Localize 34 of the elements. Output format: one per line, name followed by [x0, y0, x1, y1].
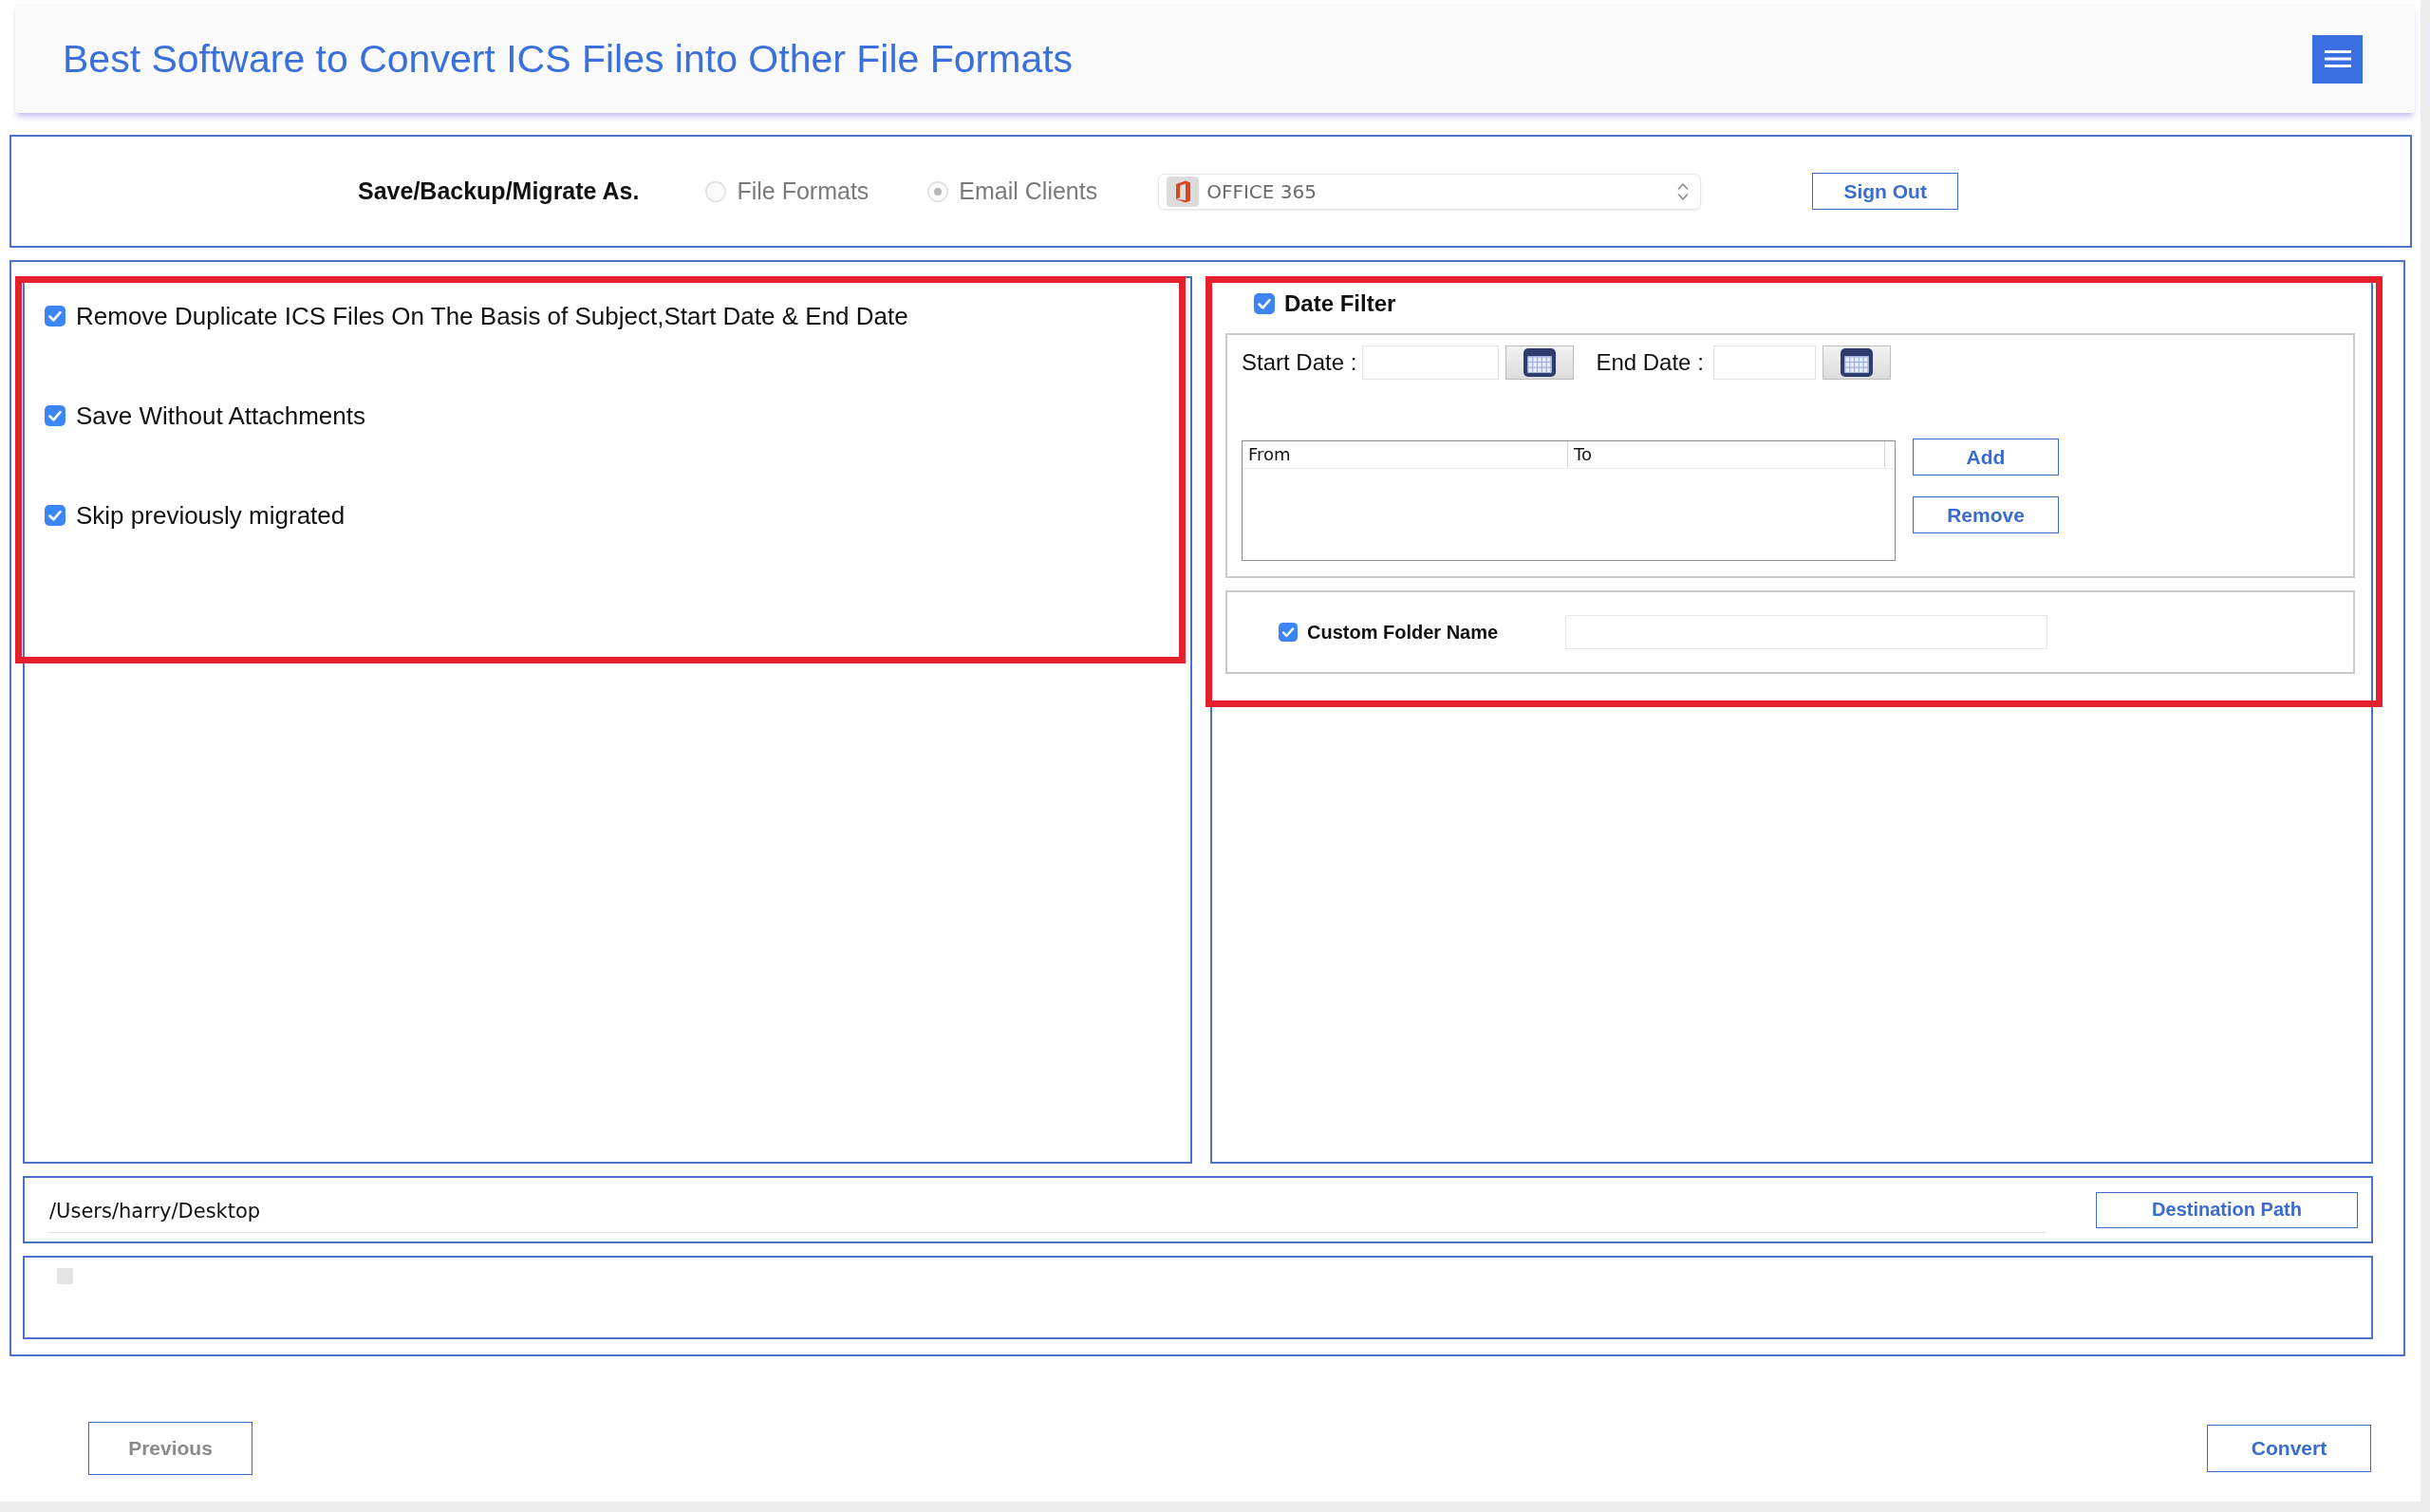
sign-out-button[interactable]: Sign Out	[1812, 173, 1959, 210]
field-label: Start Date :	[1242, 349, 1357, 376]
checkbox[interactable]	[1254, 293, 1275, 314]
checkbox-option[interactable]: Custom Folder Name	[1279, 621, 1499, 644]
path-field[interactable]: /Users/harry/Desktop	[48, 1194, 2046, 1233]
field-label: End Date :	[1596, 349, 1704, 376]
checkbox-option[interactable]: Skip previously migrated	[45, 501, 346, 530]
nav-button[interactable]: Convert	[2207, 1424, 2371, 1472]
save-as-label: Save/Backup/Migrate As.	[358, 177, 640, 205]
checkbox[interactable]	[45, 405, 65, 426]
app-logo-icon	[1167, 176, 1200, 207]
checkbox-option[interactable]: Save Without Attachments	[45, 401, 365, 430]
menu-button[interactable]	[2312, 34, 2363, 84]
menu-icon	[2324, 49, 2351, 68]
updown-chevron-icon	[1677, 181, 1690, 201]
checkbox-option[interactable]: Date Filter	[1254, 289, 1396, 318]
column-header: From	[1243, 441, 1568, 468]
calendar-button[interactable]	[1822, 345, 1891, 380]
checkbox[interactable]	[1279, 623, 1298, 642]
date-field[interactable]	[1362, 345, 1500, 380]
column-header: To	[1568, 441, 1885, 468]
range-button[interactable]: Add	[1913, 439, 2059, 476]
destination-path-button[interactable]: Destination Path	[2096, 1191, 2358, 1228]
page-title: Best Software to Convert ICS Files into Other File Formats	[63, 36, 1074, 82]
dropdown[interactable]: OFFICE 365	[1158, 173, 1702, 210]
date-field[interactable]	[1712, 345, 1816, 380]
range-button[interactable]: Remove	[1913, 496, 2059, 533]
folder-name-field[interactable]	[1565, 615, 2048, 649]
calendar-icon	[1840, 348, 1873, 377]
checkbox-option[interactable]: Remove Duplicate ICS Files On The Basis of Subject,Start Date & End Date	[45, 302, 908, 330]
calendar-icon	[1523, 348, 1557, 377]
checkbox[interactable]	[45, 505, 65, 526]
calendar-button[interactable]	[1505, 345, 1575, 380]
checkbox[interactable]	[45, 306, 65, 327]
